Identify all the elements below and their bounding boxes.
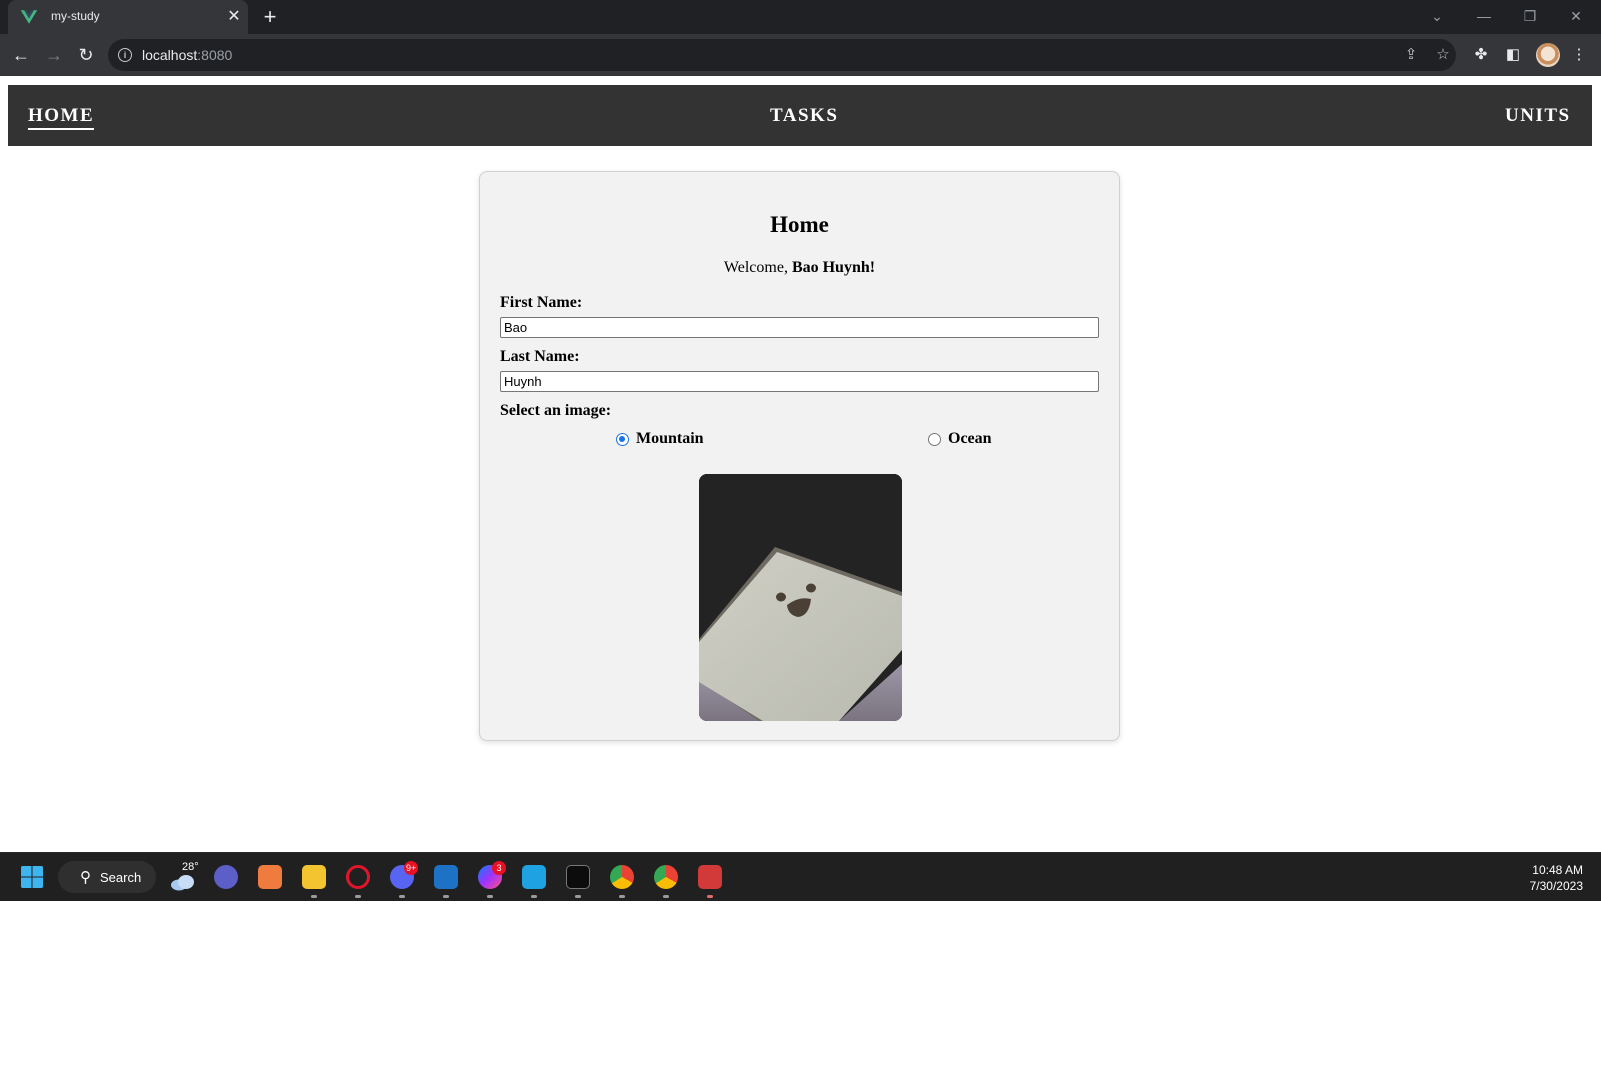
windows-start-icon[interactable] (20, 865, 44, 889)
side-panel-icon[interactable]: ◧ (1502, 44, 1524, 66)
taskbar-search-button[interactable]: ⚲ Search (58, 861, 156, 893)
welcome-message: Welcome, Bao Huynh! (480, 259, 1119, 277)
image-select-label: Select an image: (500, 402, 612, 419)
menu-dots-icon[interactable]: ⋮ (1568, 44, 1590, 66)
running-indicator (311, 895, 317, 898)
windows-taskbar: ⚲ Search 28° 9+ 3 10:48 AM 7/30/2023 (0, 852, 1601, 901)
discord-notification-badge: 9+ (404, 861, 419, 875)
running-indicator (663, 895, 669, 898)
home-card: Home Welcome, Bao Huynh! First Name: Las… (479, 171, 1120, 741)
chrome-profile-icon[interactable] (654, 865, 678, 889)
address-bar[interactable]: i localhost:8080 ⇪ ☆ (108, 39, 1456, 71)
app-nav-bar: HOME TASKS UNITS (8, 85, 1592, 146)
messenger-notification-badge: 3 (492, 861, 506, 875)
last-name-label: Last Name: (500, 348, 580, 365)
nav-link-tasks[interactable]: TASKS (770, 105, 838, 127)
sublime-text-icon[interactable] (258, 865, 282, 889)
taskbar-search-label: Search (100, 870, 142, 885)
ocean-radio[interactable] (928, 432, 941, 446)
extensions-puzzle-icon[interactable]: ✤ (1470, 44, 1492, 66)
first-name-input[interactable] (500, 317, 1099, 338)
tab-title: my-study (51, 9, 100, 23)
page-title: Home (770, 212, 829, 237)
radio-option-ocean[interactable]: Ocean (928, 430, 992, 448)
weather-widget[interactable]: 28° (170, 861, 199, 891)
last-name-input[interactable] (500, 371, 1099, 392)
selected-image-graphic (699, 474, 902, 721)
running-indicator (707, 895, 713, 898)
vscode-icon[interactable] (434, 865, 458, 889)
weather-cloud-icon (171, 875, 194, 891)
nav-link-home[interactable]: HOME (28, 105, 95, 130)
browser-toolbar: ← → ↻ i localhost:8080 ⇪ ☆ ✤ ◧ ⋮ (0, 34, 1601, 76)
welcome-prefix: Welcome, (723, 259, 792, 276)
url-text: localhost:8080 (142, 47, 232, 63)
selected-image (699, 474, 902, 721)
ocean-radio-label: Ocean (948, 430, 992, 447)
running-indicator (619, 895, 625, 898)
minimize-icon[interactable]: — (1472, 6, 1496, 26)
new-tab-button[interactable]: + (260, 6, 280, 28)
running-indicator (355, 895, 361, 898)
first-name-label: First Name: (500, 294, 583, 311)
running-indicator (399, 895, 405, 898)
close-window-icon[interactable]: ✕ (1564, 6, 1588, 26)
running-indicator (575, 895, 581, 898)
vue-logo-icon (20, 10, 38, 24)
welcome-name: Bao Huynh! (791, 259, 876, 276)
snipping-tool-icon[interactable] (698, 865, 722, 889)
system-clock[interactable]: 10:48 AM 7/30/2023 (1530, 862, 1583, 894)
forward-arrow-icon[interactable]: → (43, 44, 65, 66)
share-icon[interactable]: ⇪ (1401, 45, 1421, 65)
chrome-icon[interactable] (610, 865, 634, 889)
clock-date: 7/30/2023 (1529, 879, 1583, 893)
weather-temp: 28° (182, 861, 199, 873)
tab-search-icon[interactable]: ⌄ (1425, 6, 1449, 26)
l-app-icon[interactable] (522, 865, 546, 889)
radio-option-mountain[interactable]: Mountain (616, 430, 704, 448)
back-arrow-icon[interactable]: ← (10, 44, 32, 66)
running-indicator (531, 895, 537, 898)
browser-tabstrip: my-study ✕ + ⌄ — ❐ ✕ (0, 0, 1601, 34)
file-explorer-icon[interactable] (302, 865, 326, 889)
browser-tab[interactable]: my-study ✕ (8, 0, 248, 34)
clock-time: 10:48 AM (1532, 863, 1583, 877)
restore-icon[interactable]: ❐ (1518, 6, 1542, 26)
tab-close-icon[interactable]: ✕ (225, 8, 243, 26)
profile-avatar[interactable] (1536, 43, 1560, 67)
site-info-icon[interactable]: i (118, 48, 132, 62)
terminal-icon[interactable] (566, 865, 590, 889)
teams-chat-icon[interactable] (214, 865, 238, 889)
reload-icon[interactable]: ↻ (75, 44, 97, 66)
search-icon: ⚲ (80, 869, 91, 886)
url-host: localhost (142, 47, 198, 63)
running-indicator (443, 895, 449, 898)
opera-icon[interactable] (346, 865, 370, 889)
bookmark-star-icon[interactable]: ☆ (1433, 45, 1453, 65)
mountain-radio-label: Mountain (636, 430, 704, 447)
url-port: :8080 (197, 47, 233, 63)
nav-link-units[interactable]: UNITS (1505, 105, 1571, 127)
mountain-radio[interactable] (616, 432, 629, 446)
running-indicator (487, 895, 493, 898)
